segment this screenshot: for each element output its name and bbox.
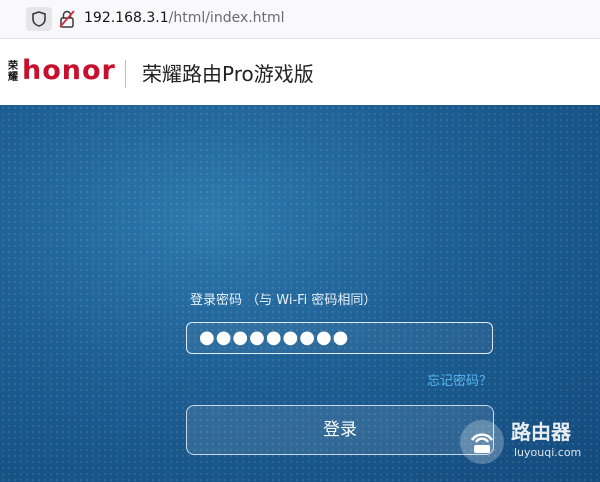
- watermark-router-icon: [460, 420, 504, 464]
- login-button[interactable]: 登录: [186, 405, 494, 455]
- product-title: 荣耀路由Pro游戏版: [142, 62, 314, 86]
- honor-logo-cn: 荣耀: [8, 61, 18, 83]
- url-text[interactable]: 192.168.3.1/html/index.html: [84, 10, 285, 26]
- url-host: 192.168.3.1: [84, 10, 169, 26]
- header-divider: [125, 60, 126, 88]
- watermark-url: luyouqi.com: [514, 446, 582, 459]
- password-input[interactable]: ●●●●●●●●●: [186, 322, 493, 354]
- password-label: 登录密码 （与 Wi-Fi 密码相同）: [190, 293, 377, 308]
- url-path: /html/index.html: [168, 10, 285, 26]
- forgot-password-link[interactable]: 忘记密码？: [427, 370, 492, 389]
- shield-icon: [32, 11, 46, 27]
- insecure-lock-icon[interactable]: [59, 10, 75, 28]
- address-bar[interactable]: 192.168.3.1/html/index.html: [0, 0, 600, 39]
- tracking-protection-button[interactable]: [26, 7, 52, 31]
- watermark-name: 路由器: [511, 420, 571, 444]
- honor-logo-text: honor: [22, 55, 116, 86]
- honor-logo: honor: [22, 55, 116, 87]
